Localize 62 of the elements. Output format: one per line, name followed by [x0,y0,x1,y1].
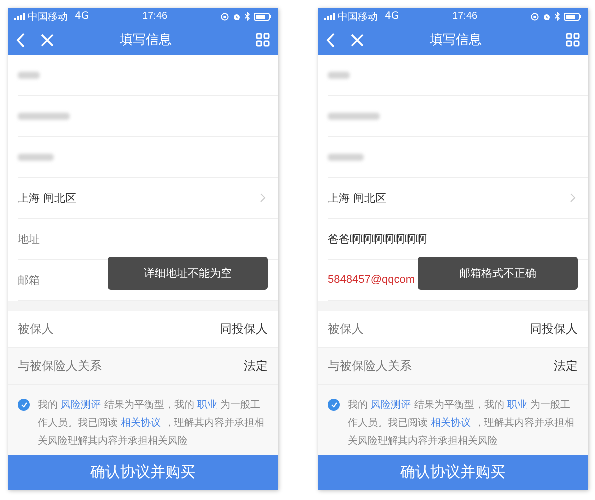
redacted-text [328,72,350,78]
field-value[interactable]: 同投保人 [220,320,268,338]
signal-icon [14,13,25,20]
carrier-name: 中国移动 [28,10,68,24]
lock-rotation-icon [531,12,539,20]
error-toast: 邮箱格式不正确 [418,257,578,290]
agreement-text: 我的 风险测评 结果为平衡型，我的 职业 为一般工作人员。我已阅读 相关协议 ，理解其内容并承担相关风险理解其内容并承担相关风险 [348,398,576,449]
agreement-link[interactable]: 风险测评 [61,400,102,411]
field-value[interactable]: 法定 [554,358,578,374]
input-field[interactable]: 地址 [18,232,88,246]
input-field[interactable]: 邮箱 [18,274,88,286]
back-icon[interactable] [16,32,25,48]
status-time: 17:46 [452,11,478,22]
close-icon[interactable] [41,34,54,46]
redacted-text [18,112,70,120]
region-select[interactable]: 上海 闸北区 [18,178,278,219]
agreement-text: 我的 风险测评 结果为平衡型，我的 职业 为一般工作人员。我已阅读 相关协议 ，理解其内容并承担相关风险理解其内容并承担相关风险 [38,398,266,449]
chevron-icon [260,193,266,203]
lock-rotation-icon [221,12,229,20]
agreement-link[interactable]: 风险测评 [371,400,412,411]
redacted-text [18,154,54,160]
region-select[interactable]: 上海 闸北区 [328,178,588,219]
confirm-purchase-button[interactable]: 确认协议并购买 [8,455,278,490]
error-toast: 详细地址不能为空 [108,257,268,290]
agreement-link[interactable]: 相关协议 [121,418,162,429]
check-icon [330,402,338,408]
close-icon[interactable] [351,34,364,46]
alarm-icon [543,12,551,20]
redacted-text [328,112,380,120]
bluetooth-icon [245,12,250,21]
agreement-link[interactable]: 相关协议 [431,418,472,429]
field-value[interactable]: 同投保人 [530,320,578,338]
field-label: 与被保险人关系 [328,358,412,374]
agreement-link[interactable]: 职业 [508,400,528,411]
page-title: 填写信息 [120,33,172,48]
field-value[interactable]: 法定 [244,358,268,374]
signal-icon [324,13,335,20]
input-field[interactable]: 爸爸啊啊啊啊啊啊啊 [328,232,427,246]
grid-menu-icon[interactable] [256,33,270,47]
carrier-name: 中国移动 [338,10,378,24]
redacted-text [328,154,364,160]
agreement-checkbox[interactable] [328,399,340,411]
battery-icon [564,12,582,20]
chevron-icon [570,193,576,203]
page-title: 填写信息 [430,33,482,48]
bluetooth-icon [555,12,560,21]
alarm-icon [233,12,241,20]
agreement-link[interactable]: 职业 [198,400,218,411]
network-type: 4G [75,11,90,22]
back-icon[interactable] [326,32,335,48]
network-type: 4G [385,11,400,22]
field-label: 与被保险人关系 [18,358,102,374]
confirm-purchase-button[interactable]: 确认协议并购买 [318,455,588,490]
grid-menu-icon[interactable] [566,33,580,47]
field-label: 被保人 [328,320,364,338]
redacted-text [18,72,40,78]
input-field[interactable]: 5848457@qqcom [328,274,416,286]
check-icon [20,402,28,408]
field-label: 被保人 [18,320,54,338]
agreement-checkbox[interactable] [18,399,30,411]
battery-icon [254,12,272,20]
status-time: 17:46 [142,11,168,22]
